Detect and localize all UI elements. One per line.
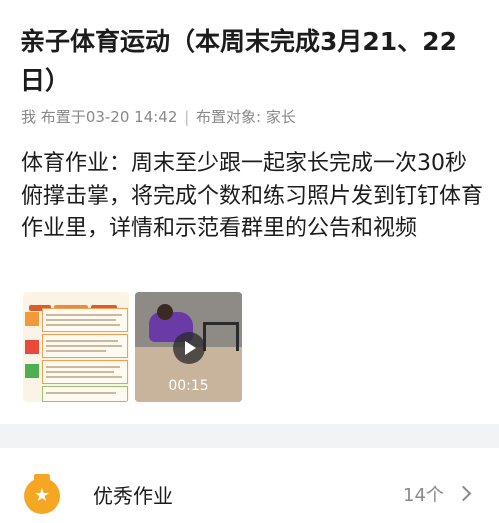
meta-separator: | — [184, 108, 190, 126]
assignment-card: 亲子体育运动（本周末完成3月21、22日） 我 布置于03-20 14:42 |… — [0, 0, 499, 424]
thumbnail-panel — [42, 386, 128, 402]
thumbnail-block — [25, 340, 39, 354]
assignment-meta: 我 布置于03-20 14:42 | 布置对象: 家长 — [21, 106, 481, 128]
video-attachment-thumbnail[interactable]: 00:15 — [135, 292, 242, 402]
play-icon[interactable] — [173, 332, 205, 364]
author-name: 我 — [21, 108, 37, 126]
chevron-right-icon — [455, 485, 472, 502]
assigned-time: 03-20 14:42 — [85, 108, 178, 126]
thumbnail-panel — [42, 308, 128, 332]
thumbnail-panel — [42, 334, 128, 358]
assignment-title: 亲子体育运动（本周末完成3月21、22日） — [20, 27, 457, 95]
thumbnail-header — [29, 296, 125, 311]
image-attachment-thumbnail[interactable] — [23, 292, 129, 402]
assignment-body: 体育作业：周末至少跟一起家长完成一次30秒俯撑击掌，将完成个数和练习照片发到钉钉… — [21, 151, 484, 241]
excellent-homework-row[interactable]: ★ 优秀作业 14个 — [0, 448, 499, 523]
thumbnail-block — [25, 312, 39, 326]
excellent-homework-label: 优秀作业 — [93, 484, 173, 508]
thumbnail-block — [25, 364, 39, 378]
excellent-homework-count: 14个 — [403, 485, 444, 506]
medal-star-icon: ★ — [24, 474, 60, 514]
video-duration: 00:15 — [168, 378, 209, 394]
target-value: 家长 — [265, 108, 296, 126]
assigned-label: 布置于 — [40, 108, 86, 126]
thumbnail-panel — [42, 360, 128, 384]
target-label: 布置对象: — [196, 108, 262, 126]
